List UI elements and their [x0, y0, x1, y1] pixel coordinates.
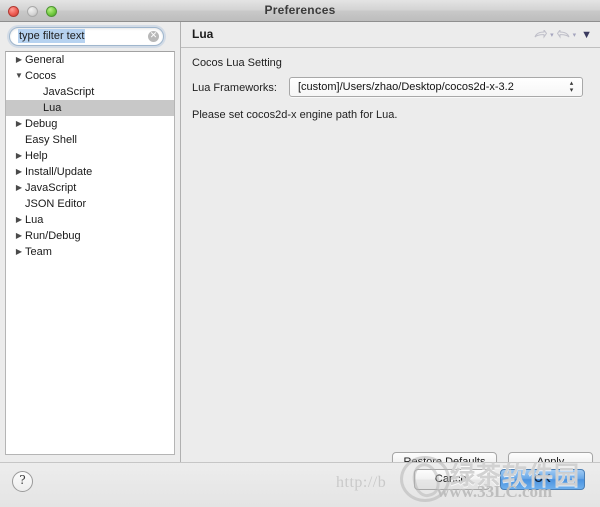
- chevron-down-icon[interactable]: ▼: [14, 68, 24, 84]
- watermark-url: http://b: [336, 474, 387, 491]
- tree-item-label: Lua: [25, 214, 44, 226]
- tree-item-json-editor[interactable]: JSON Editor: [6, 196, 174, 212]
- panel-body: Cocos Lua Setting Lua Frameworks: [custo…: [181, 49, 600, 473]
- tree-item-install-update[interactable]: ▶ Install/Update: [6, 164, 174, 180]
- back-history-caret-icon[interactable]: ▾: [550, 30, 554, 41]
- chevron-right-icon[interactable]: ▶: [14, 148, 24, 164]
- window-title: Preferences: [264, 3, 336, 17]
- dialog-content: type filter text ✕ ▶ General ▼ Cocos JavaScr…: [0, 22, 600, 473]
- tree-item-label: Lua: [43, 102, 62, 114]
- lua-frameworks-label: Lua Frameworks:: [192, 82, 277, 94]
- preferences-detail-pane: Lua ▾ ▾ ▼ Cocos Lua Setting Lua Framewor…: [180, 22, 600, 473]
- chevron-right-icon[interactable]: ▶: [14, 52, 24, 68]
- filter-input-value: type filter text: [18, 29, 86, 43]
- hint-text: Please set cocos2d-x engine path for Lua…: [192, 109, 398, 121]
- watermark-site: www.33LC.com: [437, 482, 553, 501]
- tree-item-help[interactable]: ▶ Help: [6, 148, 174, 164]
- tree-item-javascript[interactable]: ▶ JavaScript: [6, 180, 174, 196]
- tree-item-label: Help: [25, 150, 48, 162]
- tree-item-lua[interactable]: Lua: [6, 100, 174, 116]
- tree-item-general[interactable]: ▶ General: [6, 52, 174, 68]
- view-menu-icon[interactable]: ▼: [581, 29, 592, 41]
- clear-icon[interactable]: ✕: [148, 31, 159, 42]
- tree-item-label: Debug: [25, 118, 58, 130]
- forward-arrow-icon[interactable]: [556, 29, 570, 41]
- tree-item-lua[interactable]: ▶ Lua: [6, 212, 174, 228]
- tree-item-label: General: [25, 54, 65, 66]
- preferences-window: Preferences type filter text ✕ ▶ General ▼…: [0, 0, 600, 507]
- tree-item-label: Cocos: [25, 70, 57, 82]
- tree-item-label: Run/Debug: [25, 230, 81, 242]
- tree-item-label: JavaScript: [25, 182, 77, 194]
- chevron-right-icon[interactable]: ▶: [14, 228, 24, 244]
- tree-item-team[interactable]: ▶ Team: [6, 244, 174, 260]
- filter-field-wrapper: type filter text ✕: [9, 27, 164, 46]
- tree-item-cocos[interactable]: ▼ Cocos: [6, 68, 174, 84]
- tree-item-label: Easy Shell: [25, 134, 77, 146]
- tree-item-label: Team: [25, 246, 52, 258]
- tree-item-easy-shell[interactable]: Easy Shell: [6, 132, 174, 148]
- tree-item-label: JSON Editor: [25, 198, 87, 210]
- tree-item-label: JavaScript: [43, 86, 95, 98]
- panel-header: Lua ▾ ▾ ▼: [181, 22, 600, 48]
- help-icon[interactable]: ?: [12, 471, 33, 492]
- lua-frameworks-value: [custom]/Users/zhao/Desktop/cocos2d-x-3.…: [298, 81, 514, 93]
- chevron-right-icon[interactable]: ▶: [14, 164, 24, 180]
- chevron-right-icon[interactable]: ▶: [14, 180, 24, 196]
- tree-item-javascript[interactable]: JavaScript: [6, 84, 174, 100]
- chevron-right-icon[interactable]: ▶: [14, 212, 24, 228]
- page-title: Lua: [192, 27, 214, 41]
- stepper-down-icon[interactable]: ▾: [567, 87, 576, 94]
- window-titlebar: Preferences: [0, 0, 600, 22]
- chevron-right-icon[interactable]: ▶: [14, 116, 24, 132]
- chevron-right-icon[interactable]: ▶: [14, 244, 24, 260]
- stepper-up-icon[interactable]: ▴: [567, 80, 576, 87]
- preferences-sidebar: type filter text ✕ ▶ General ▼ Cocos JavaScr…: [0, 22, 180, 462]
- preferences-tree[interactable]: ▶ General ▼ Cocos JavaScript Lua ▶ Debug Easy Sh…: [5, 51, 175, 455]
- group-label: Cocos Lua Setting: [192, 57, 282, 69]
- tree-item-label: Install/Update: [25, 166, 93, 178]
- panel-header-tools: ▾ ▾ ▼: [534, 28, 592, 42]
- tree-item-debug[interactable]: ▶ Debug: [6, 116, 174, 132]
- back-arrow-icon[interactable]: [534, 29, 548, 41]
- forward-history-caret-icon[interactable]: ▾: [573, 30, 577, 41]
- lua-frameworks-select[interactable]: [custom]/Users/zhao/Desktop/cocos2d-x-3.…: [289, 77, 583, 97]
- stepper-icon[interactable]: ▴ ▾: [567, 80, 576, 95]
- tree-item-run-debug[interactable]: ▶ Run/Debug: [6, 228, 174, 244]
